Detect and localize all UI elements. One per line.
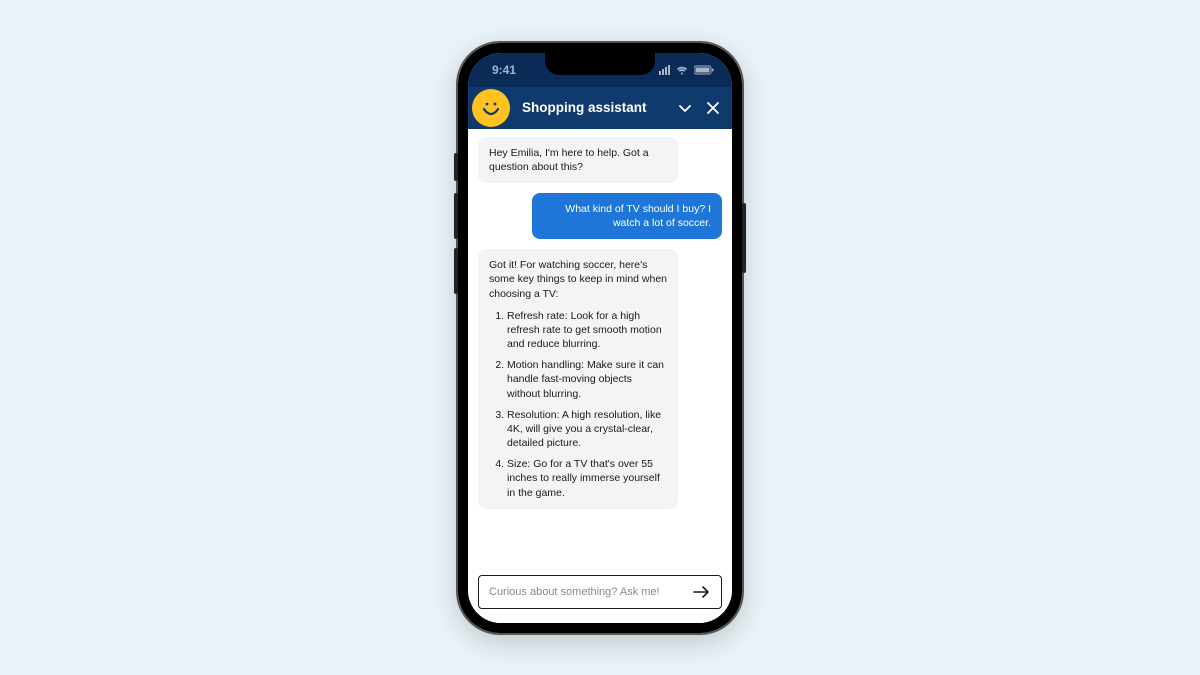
minimize-button[interactable] bbox=[678, 101, 692, 115]
user-message: What kind of TV should I buy? I watch a … bbox=[532, 193, 722, 239]
chat-thread[interactable]: Hey Emilia, I'm here to help. Got a ques… bbox=[468, 129, 732, 567]
phone-power-button bbox=[742, 203, 746, 273]
list-item: Refresh rate: Look for a high refresh ra… bbox=[507, 309, 667, 352]
input-area bbox=[468, 567, 732, 623]
send-button[interactable] bbox=[693, 585, 711, 599]
chat-input-container bbox=[478, 575, 722, 609]
spark-smiley-icon bbox=[479, 96, 503, 120]
assistant-message: Hey Emilia, I'm here to help. Got a ques… bbox=[478, 137, 678, 183]
tips-list: Refresh rate: Look for a high refresh ra… bbox=[489, 309, 667, 500]
wifi-icon bbox=[675, 65, 689, 75]
chat-header: Shopping assistant bbox=[468, 87, 732, 129]
battery-icon bbox=[694, 65, 714, 75]
close-button[interactable] bbox=[706, 101, 720, 115]
close-icon bbox=[706, 101, 720, 115]
status-indicators bbox=[659, 65, 714, 75]
arrow-right-icon bbox=[693, 585, 711, 599]
list-item: Motion handling: Make sure it can handle… bbox=[507, 358, 667, 401]
phone-volume-down bbox=[454, 248, 458, 294]
message-text: What kind of TV should I buy? I watch a … bbox=[565, 203, 711, 229]
assistant-avatar bbox=[472, 89, 510, 127]
list-item: Resolution: A high resolution, like 4K, … bbox=[507, 408, 667, 451]
assistant-message: Got it! For watching soccer, here's some… bbox=[478, 249, 678, 509]
phone-notch bbox=[545, 53, 655, 75]
message-text: Got it! For watching soccer, here's some… bbox=[489, 258, 667, 301]
cellular-signal-icon bbox=[659, 65, 670, 75]
chat-input[interactable] bbox=[489, 586, 693, 598]
header-title: Shopping assistant bbox=[516, 100, 678, 115]
list-item: Size: Go for a TV that's over 55 inches … bbox=[507, 457, 667, 500]
phone-mute-switch bbox=[454, 153, 458, 181]
status-time: 9:41 bbox=[492, 63, 516, 77]
phone-screen: 9:41 Shopping ass bbox=[468, 53, 732, 623]
message-text: Hey Emilia, I'm here to help. Got a ques… bbox=[489, 147, 649, 173]
phone-frame: 9:41 Shopping ass bbox=[458, 43, 742, 633]
chevron-down-icon bbox=[678, 101, 692, 115]
phone-volume-up bbox=[454, 193, 458, 239]
